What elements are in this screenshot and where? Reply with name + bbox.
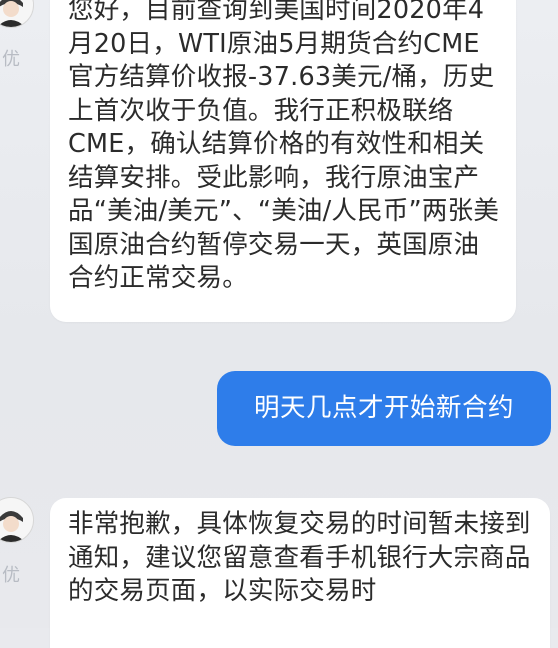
- chat-conversation: 优 您好，目前查询到美国时间2020年4月20日，WTI原油5月期货合约CME官…: [0, 0, 558, 648]
- sender-label: 优: [2, 49, 20, 70]
- sender-label: 优: [2, 565, 20, 586]
- agent-avatar-icon[interactable]: [0, 497, 34, 543]
- incoming-message-bubble: 非常抱歉，具体恢复交易的时间暂未接到通知，建议您留意查看手机银行大宗商品的交易页…: [50, 498, 550, 648]
- outgoing-message-bubble: 明天几点才开始新合约: [217, 371, 551, 446]
- incoming-message-bubble: 您好，目前查询到美国时间2020年4月20日，WTI原油5月期货合约CME官方结…: [50, 0, 516, 322]
- agent-avatar-icon[interactable]: [0, 0, 34, 28]
